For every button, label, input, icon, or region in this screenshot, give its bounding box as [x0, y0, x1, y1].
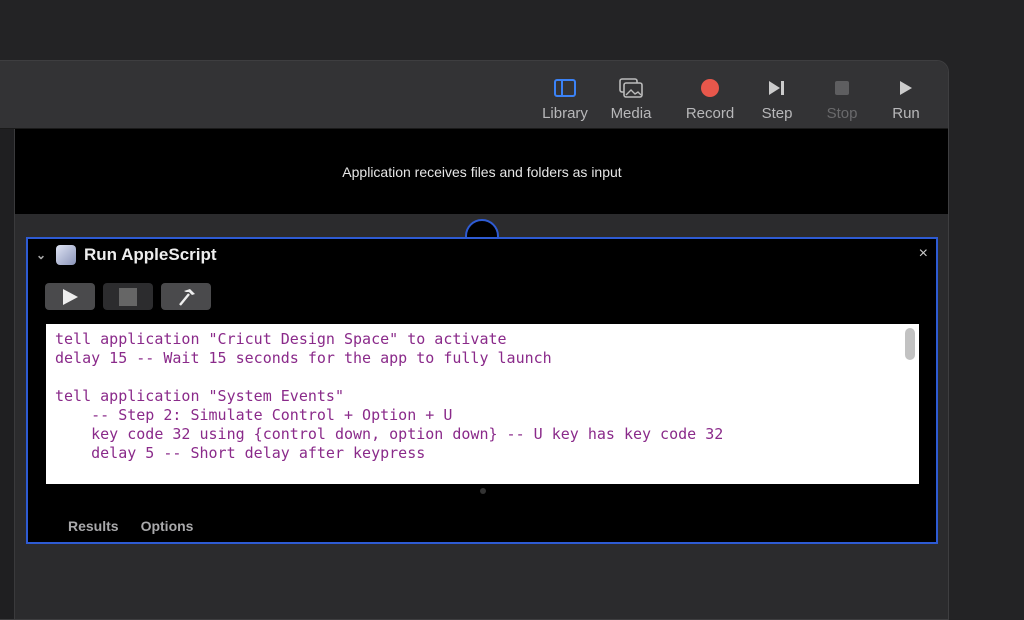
- stop-icon: [807, 75, 877, 101]
- resize-handle[interactable]: [480, 488, 486, 494]
- workflow-input-banner: Application receives files and folders a…: [15, 129, 948, 214]
- stop-button[interactable]: Stop: [807, 75, 877, 122]
- automator-window: Library Media Record Step Stop Run Appli…: [0, 60, 949, 620]
- compile-button[interactable]: [161, 283, 211, 310]
- hammer-icon: [179, 288, 195, 306]
- play-icon: [63, 288, 78, 305]
- play-icon: [871, 75, 941, 101]
- tab-results[interactable]: Results: [68, 518, 119, 534]
- media-button[interactable]: Media: [596, 75, 666, 122]
- step-icon: [742, 75, 812, 101]
- run-button[interactable]: Run: [871, 75, 941, 122]
- run-applescript-action: ⌄ Run AppleScript × tell application "Cr…: [26, 237, 938, 544]
- record-button[interactable]: Record: [675, 75, 745, 122]
- stop-script-button[interactable]: [103, 283, 153, 310]
- library-button[interactable]: Library: [530, 75, 600, 122]
- sidebar-icon: [530, 75, 600, 101]
- run-script-button[interactable]: [45, 283, 95, 310]
- script-editor-icon: [56, 245, 76, 265]
- toolbar: Library Media Record Step Stop Run: [0, 61, 948, 129]
- script-editor[interactable]: tell application "Cricut Design Space" t…: [46, 324, 919, 484]
- scrollbar[interactable]: [905, 328, 915, 360]
- step-button[interactable]: Step: [742, 75, 812, 122]
- record-icon: [675, 75, 745, 101]
- tab-options[interactable]: Options: [141, 518, 194, 534]
- stop-icon: [119, 287, 137, 306]
- chevron-down-icon[interactable]: ⌄: [36, 248, 48, 262]
- action-title: Run AppleScript: [84, 245, 217, 264]
- library-sidebar: [0, 129, 15, 619]
- photos-icon: [596, 75, 666, 101]
- close-icon[interactable]: ×: [919, 245, 928, 263]
